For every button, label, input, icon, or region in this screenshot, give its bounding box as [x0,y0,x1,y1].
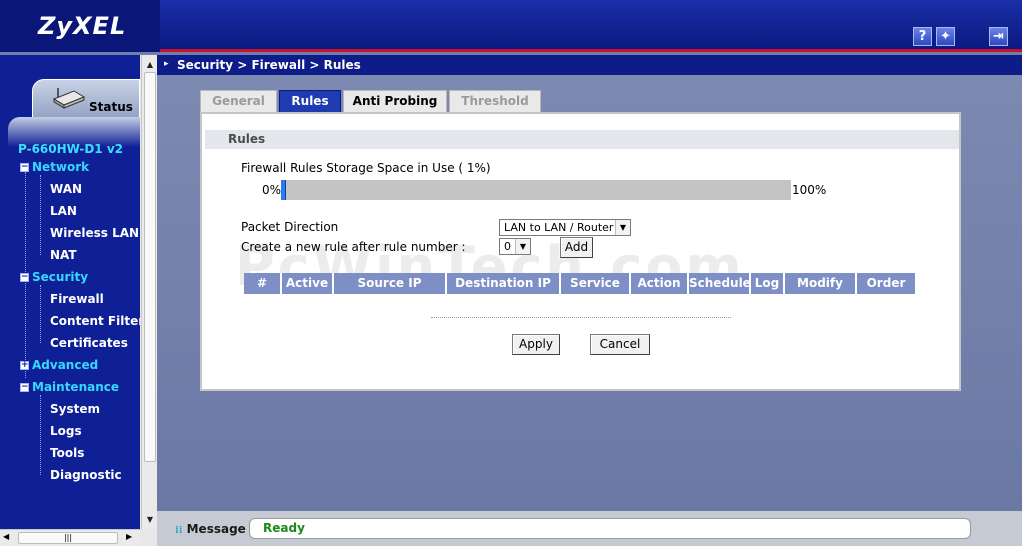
help-icon[interactable]: ? [913,27,932,46]
tab-rules[interactable]: Rules [279,90,341,112]
tab-threshold[interactable]: Threshold [449,90,541,112]
scroll-up-icon[interactable]: ▲ [143,57,157,72]
nav-item-lan[interactable]: LAN [50,204,77,218]
scroll-thumb[interactable]: ||| [18,532,118,544]
nav-item-system[interactable]: System [50,402,100,416]
breadcrumb-icon: ▸ [164,59,169,69]
tab-anti-probing[interactable]: Anti Probing [343,90,447,112]
logout-icon[interactable]: ⇥ [989,27,1008,46]
grip-icon: ⁞⁞ [175,525,183,536]
top-banner: ZyXEL ? ✦ ⇥ [0,0,1022,52]
column-header-action: Action [631,273,689,294]
bar-min-label: 0% [262,183,282,197]
expand-icon[interactable]: + [20,361,29,370]
collapse-icon[interactable]: − [20,163,29,172]
nav-item-wan[interactable]: WAN [50,182,82,196]
nav-item-content-filter[interactable]: Content Filter [50,314,140,328]
column-header-number: # [244,273,282,294]
divider [431,317,731,318]
model-name: P-660HW-D1 v2 [18,142,123,156]
column-header-service: Service [561,273,631,294]
nav-group-security[interactable]: − Security [20,270,88,284]
collapse-icon[interactable]: − [20,273,29,282]
scroll-thumb[interactable] [144,72,156,462]
column-header-destination-ip: Destination IP [447,273,561,294]
add-button[interactable]: Add [560,237,593,258]
rules-panel: Rules PcWinTech.com Firewall Rules Stora… [200,112,961,391]
tree-line [40,285,41,343]
nav-item-logs[interactable]: Logs [50,424,82,438]
cancel-button[interactable]: Cancel [590,334,650,355]
chevron-down-icon[interactable]: ▼ [515,239,530,254]
nav-item-certificates[interactable]: Certificates [50,336,128,350]
nav-item-diagnostic[interactable]: Diagnostic [50,468,122,482]
navigation-pane: Status P-660HW-D1 v2 − Network WAN LAN Wi… [0,55,140,529]
nav-group-advanced[interactable]: + Advanced [20,358,98,372]
message-bar: ⁞⁞ Message Ready [157,511,1022,546]
nav-item-nat[interactable]: NAT [50,248,77,262]
main-content: General Rules Anti Probing Threshold Rul… [157,75,1022,511]
tab-general[interactable]: General [200,90,277,112]
direction-value: LAN to LAN / Router [504,221,614,234]
collapse-icon[interactable]: − [20,383,29,392]
wizard-icon[interactable]: ✦ [936,27,955,46]
nav-group-network[interactable]: − Network [20,160,89,174]
tree-line [40,175,41,255]
section-header: Rules [205,130,959,149]
column-header-order: Order [857,273,915,294]
column-header-active: Active [282,273,334,294]
column-header-schedule: Schedule [689,273,751,294]
nav-item-tools[interactable]: Tools [50,446,84,460]
bar-max-label: 100% [792,183,827,197]
breadcrumb-bar: ▸ Security > Firewall > Rules [157,55,1022,75]
horizontal-scrollbar[interactable]: ◀ ||| ▶ [0,529,141,546]
apply-button[interactable]: Apply [512,334,560,355]
message-label: ⁞⁞ Message [175,522,246,536]
section-title: Rules [228,132,266,146]
nav-item-firewall[interactable]: Firewall [50,292,104,306]
scroll-left-icon[interactable]: ◀ [3,532,9,541]
vertical-scrollbar[interactable]: ▲ ▼ [141,55,157,529]
rule-number-value: 0 [504,240,511,253]
nav-group-maintenance[interactable]: − Maintenance [20,380,119,394]
left-navigation-frame: Status P-660HW-D1 v2 − Network WAN LAN Wi… [0,55,157,546]
storage-progress-bar [281,180,791,200]
create-rule-label: Create a new rule after rule number : [241,240,466,254]
scroll-right-icon[interactable]: ▶ [126,532,132,541]
scroll-down-icon[interactable]: ▼ [143,512,157,527]
logo-text: ZyXEL [38,12,127,40]
storage-label: Firewall Rules Storage Space in Use ( 1%… [241,161,491,175]
column-header-modify: Modify [785,273,857,294]
nav-item-wireless-lan[interactable]: Wireless LAN [50,226,139,240]
status-message: Ready [249,518,971,539]
chevron-down-icon[interactable]: ▼ [615,220,630,235]
tree-line [40,395,41,475]
rule-number-select[interactable]: 0 ▼ [499,238,531,255]
direction-select[interactable]: LAN to LAN / Router ▼ [499,219,631,236]
router-icon [52,88,86,109]
zyxel-logo: ZyXEL [0,0,160,52]
status-label[interactable]: Status [89,100,133,114]
column-header-log: Log [751,273,785,294]
rules-table-header: # Active Source IP Destination IP Servic… [244,273,921,294]
breadcrumb: Security > Firewall > Rules [177,58,361,72]
storage-progress-fill [281,180,287,200]
direction-label: Packet Direction [241,220,339,234]
column-header-source-ip: Source IP [334,273,447,294]
